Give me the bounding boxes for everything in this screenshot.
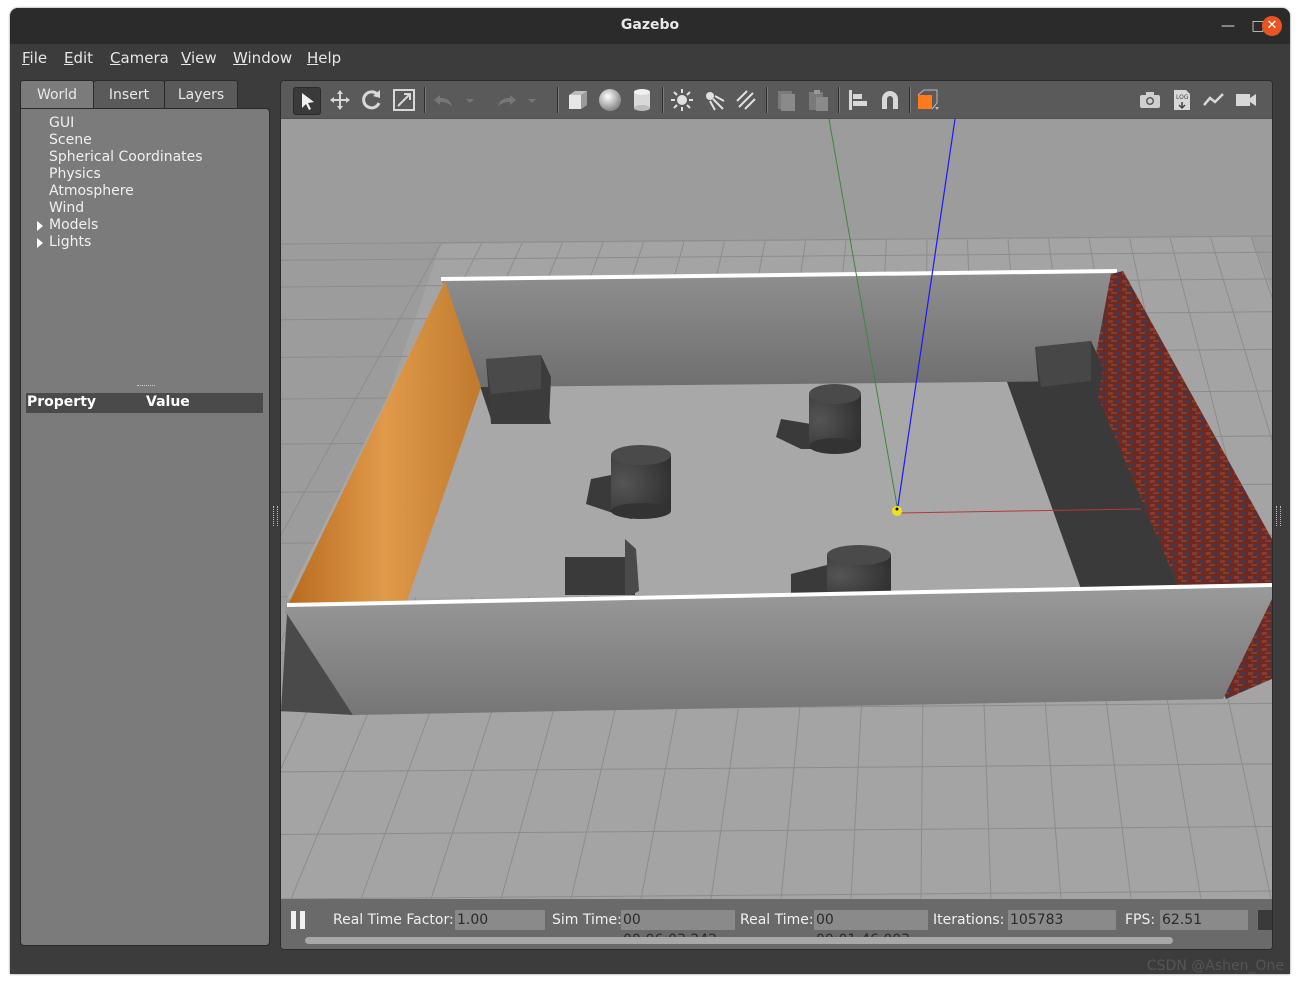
redo-icon[interactable]: [493, 87, 519, 113]
log-icon[interactable]: LOG: [1169, 87, 1195, 113]
expand-arrow-icon[interactable]: [37, 221, 43, 231]
expand-arrow-icon[interactable]: [37, 238, 43, 248]
toolbar-separator: [557, 87, 559, 113]
real-time-factor-label: Real Time Factor:: [333, 912, 454, 928]
scale-icon[interactable]: [391, 87, 417, 113]
menu-camera[interactable]: Camera: [110, 49, 169, 67]
left-panel: World Insert Layers GUI Scene Spherical …: [20, 80, 270, 948]
toolbar: LOG: [281, 81, 1272, 118]
tree-item-scene[interactable]: Scene: [49, 132, 92, 148]
real-time-field: 00 00:01:46.003: [814, 910, 928, 948]
left-splitter-handle[interactable]: [273, 506, 278, 526]
tree-item-spherical-coordinates[interactable]: Spherical Coordinates: [49, 149, 203, 165]
tree-item-lights[interactable]: Lights: [49, 234, 91, 250]
toolbar-separator: [766, 87, 768, 113]
watermark: CSDN @Ashen_One: [1146, 958, 1284, 974]
fps-field: 62.51: [1160, 910, 1248, 930]
rotate-icon[interactable]: [359, 87, 385, 113]
tree-item-gui[interactable]: GUI: [49, 115, 74, 131]
toolbar-separator: [909, 87, 911, 113]
property-column-header[interactable]: Property: [27, 394, 96, 410]
cylinder-icon[interactable]: [629, 87, 655, 113]
tree-item-models[interactable]: Models: [49, 217, 98, 233]
svg-text:LOG: LOG: [1176, 94, 1189, 101]
right-splitter-handle[interactable]: [1276, 506, 1281, 526]
real-time-label: Real Time:: [740, 912, 814, 928]
property-table-header: Property Value: [26, 393, 263, 413]
copy-icon[interactable]: [773, 87, 799, 113]
3d-viewport[interactable]: [281, 119, 1272, 899]
tree-item-physics[interactable]: Physics: [49, 166, 101, 182]
splitter-handle[interactable]: [137, 385, 155, 390]
translate-icon[interactable]: [327, 87, 353, 113]
redo-dropdown-icon[interactable]: [525, 87, 539, 113]
menu-bar: File Edit Camera View Window Help: [10, 44, 1290, 72]
toolbar-separator: [424, 87, 426, 113]
menu-help[interactable]: Help: [307, 49, 341, 67]
status-bar: Real Time Factor: 1.00 Sim Time: 00 00:0…: [281, 899, 1272, 949]
window-title: Gazebo: [620, 17, 680, 33]
sphere-icon[interactable]: [597, 87, 623, 113]
menu-edit[interactable]: Edit: [64, 49, 93, 67]
tree-item-wind[interactable]: Wind: [49, 200, 84, 216]
plot-icon[interactable]: [1201, 87, 1227, 113]
tree-item-atmosphere[interactable]: Atmosphere: [49, 183, 134, 199]
video-icon[interactable]: [1233, 87, 1259, 113]
world-panel: GUI Scene Spherical Coordinates Physics …: [20, 108, 270, 946]
paste-icon[interactable]: [805, 87, 831, 113]
toolbar-separator: [662, 87, 664, 113]
toolbar-separator: [838, 87, 840, 113]
value-column-header[interactable]: Value: [146, 394, 190, 410]
title-bar[interactable]: Gazebo — □ ✕: [10, 8, 1290, 44]
tab-layers[interactable]: Layers: [164, 80, 238, 109]
iterations-field: 105783: [1008, 910, 1116, 930]
fps-label: FPS:: [1125, 912, 1156, 928]
minimize-button[interactable]: —: [1218, 16, 1238, 36]
menu-view[interactable]: View: [181, 49, 217, 67]
view-angle-icon[interactable]: [915, 87, 941, 113]
tab-insert[interactable]: Insert: [93, 80, 165, 109]
snap-icon[interactable]: [877, 87, 903, 113]
sim-time-field: 00 00:06:03.242: [621, 910, 735, 948]
iterations-label: Iterations:: [933, 912, 1005, 928]
undo-dropdown-icon[interactable]: [463, 87, 477, 113]
screenshot-icon[interactable]: [1137, 87, 1163, 113]
pause-icon[interactable]: [291, 911, 307, 929]
tab-world[interactable]: World: [20, 80, 94, 111]
real-time-factor-field: 1.00: [455, 910, 545, 930]
horizontal-scrollbar[interactable]: [305, 937, 1173, 944]
directional-light-icon[interactable]: [733, 87, 759, 113]
point-light-icon[interactable]: [669, 87, 695, 113]
main-area: LOG Real Time Factor: 1.00 Sim Time: 00 …: [280, 80, 1273, 950]
menu-window[interactable]: Window: [233, 49, 292, 67]
close-button[interactable]: ✕: [1262, 16, 1282, 36]
align-icon[interactable]: [845, 87, 871, 113]
spot-light-icon[interactable]: [701, 87, 727, 113]
undo-icon[interactable]: [431, 87, 457, 113]
box-icon[interactable]: [565, 87, 591, 113]
select-arrow-icon[interactable]: [293, 87, 321, 115]
gazebo-window: Gazebo — □ ✕ File Edit Camera View Windo…: [10, 8, 1290, 974]
sim-time-label: Sim Time:: [552, 912, 622, 928]
menu-file[interactable]: File: [22, 49, 47, 67]
step-button[interactable]: [1258, 910, 1272, 930]
